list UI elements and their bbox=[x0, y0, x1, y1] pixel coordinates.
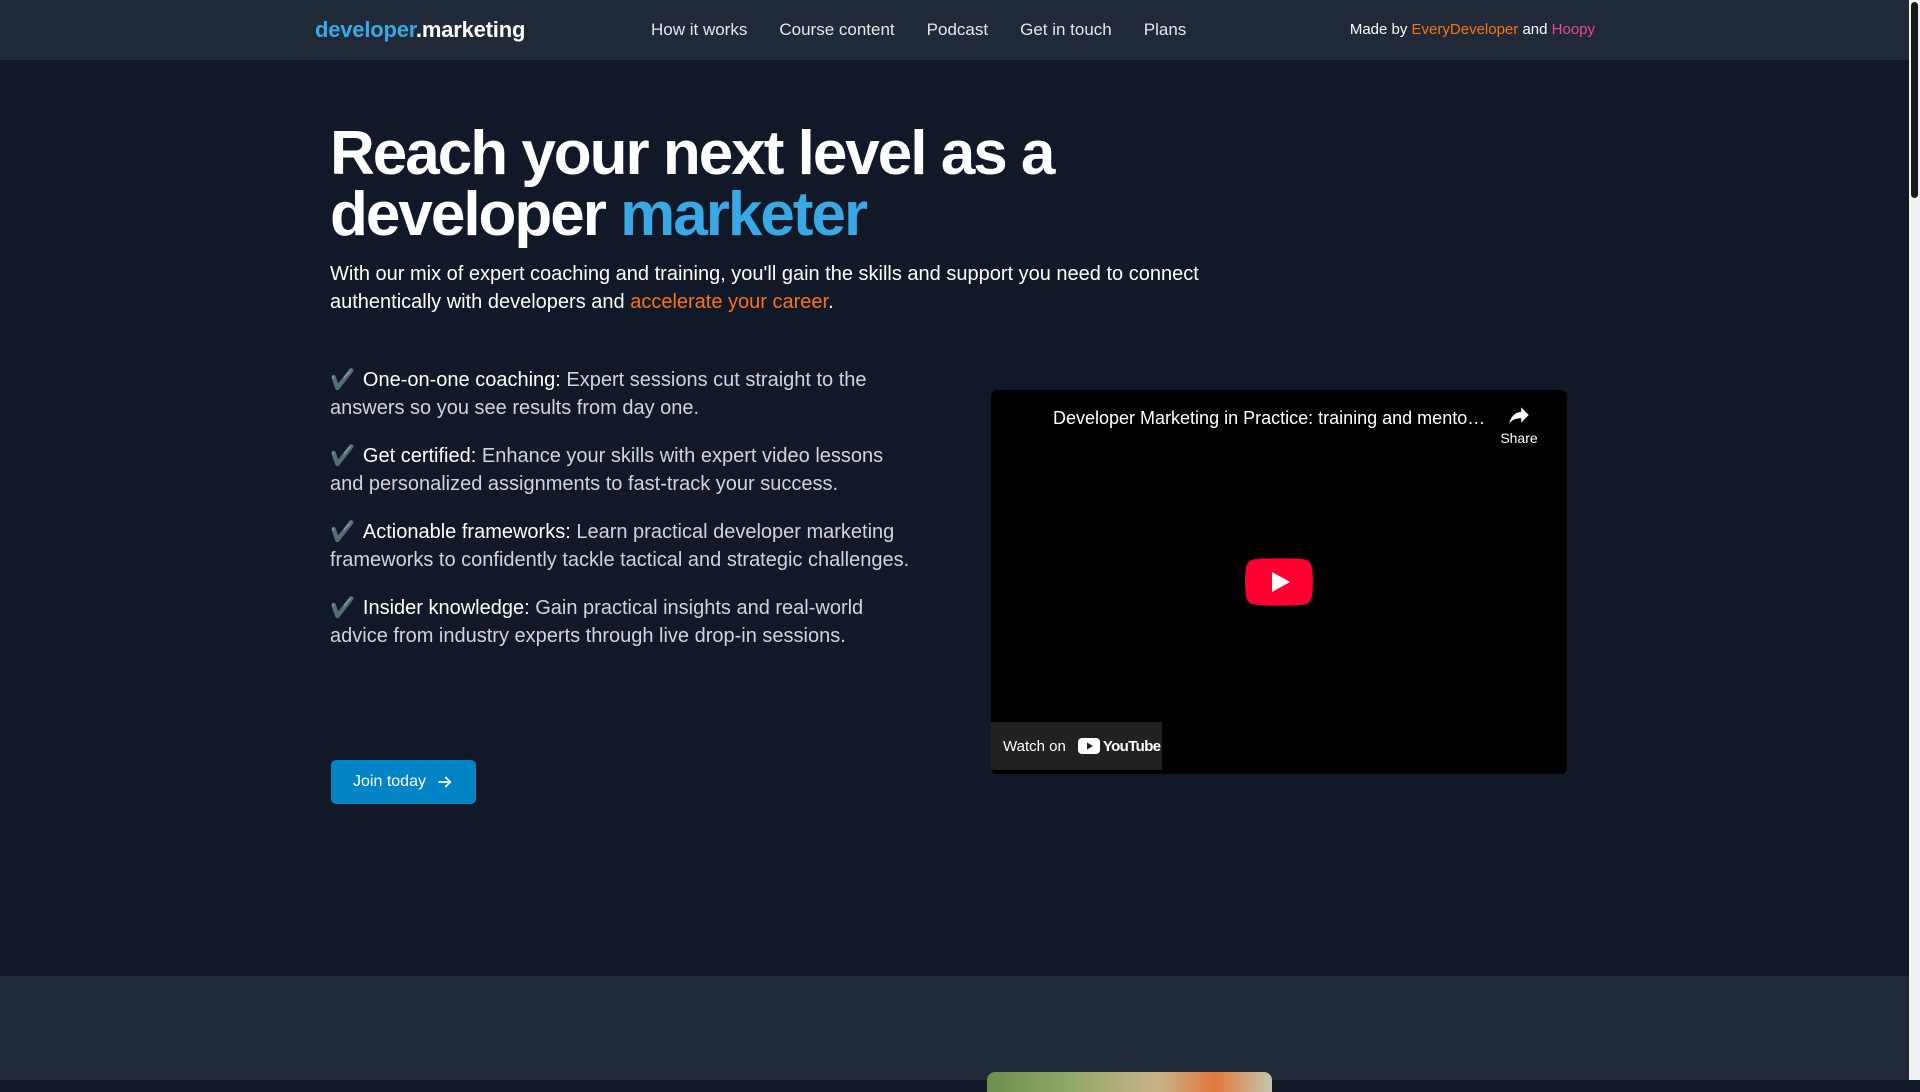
play-button-icon[interactable] bbox=[1245, 558, 1313, 606]
headline-line1: Reach your next level as a bbox=[330, 119, 1055, 188]
nav-link-how-it-works[interactable]: How it works bbox=[651, 20, 747, 40]
main-menu: How it works Course content Podcast Get … bbox=[651, 20, 1186, 40]
benefit-item: ✔️ Actionable frameworks: Learn practical… bbox=[330, 518, 915, 574]
checkmark-icon: ✔️ bbox=[330, 521, 355, 543]
headline-developer: developer bbox=[330, 180, 607, 249]
join-today-label: Join today bbox=[353, 773, 426, 790]
scrollbar-thumb[interactable] bbox=[1911, 2, 1918, 198]
hoopy-link[interactable]: Hoopy bbox=[1552, 21, 1595, 38]
logo-part-developer: developer bbox=[315, 17, 416, 42]
page-scrollbar[interactable] bbox=[1909, 0, 1920, 1080]
nav-link-get-in-touch[interactable]: Get in touch bbox=[1020, 20, 1112, 40]
share-icon bbox=[1509, 407, 1529, 424]
made-by-credit: Made by EveryDeveloper and Hoopy bbox=[1350, 21, 1595, 38]
made-by-and: and bbox=[1522, 21, 1548, 38]
share-button[interactable]: Share bbox=[1499, 402, 1539, 446]
top-navbar: developer.marketing How it works Course … bbox=[0, 0, 1909, 60]
benefit-list: ✔️ One-on-one coaching: Expert sessions c… bbox=[330, 366, 915, 670]
youtube-logo: YouTube bbox=[1077, 737, 1161, 755]
benefit-title: Actionable frameworks: bbox=[362, 521, 571, 543]
video-title[interactable]: Developer Marketing in Practice: trainin… bbox=[1053, 408, 1488, 429]
benefit-item: ✔️ Get certified: Enhance your skills wit… bbox=[330, 442, 915, 498]
benefit-title: One-on-one coaching: bbox=[362, 369, 561, 391]
benefit-title: Insider knowledge: bbox=[362, 597, 530, 619]
share-label: Share bbox=[1500, 430, 1538, 446]
nav-link-podcast[interactable]: Podcast bbox=[927, 20, 988, 40]
checkmark-icon: ✔️ bbox=[330, 369, 355, 391]
hero-section: Reach your next level as a developer mar… bbox=[0, 60, 1909, 976]
section-photo bbox=[987, 1072, 1272, 1092]
headline-highlight: marketer bbox=[620, 180, 868, 249]
benefit-title: Get certified: bbox=[362, 445, 477, 467]
next-section bbox=[0, 976, 1909, 1092]
arrow-right-icon bbox=[438, 776, 452, 788]
benefit-item: ✔️ Insider knowledge: Gain practical insi… bbox=[330, 594, 915, 650]
nav-link-course-content[interactable]: Course content bbox=[779, 20, 894, 40]
made-by-prefix: Made by bbox=[1349, 21, 1408, 38]
youtube-wordmark: YouTube bbox=[1102, 737, 1161, 755]
hero-headline: Reach your next level as a developer mar… bbox=[330, 123, 1230, 246]
nav-link-plans[interactable]: Plans bbox=[1144, 20, 1187, 40]
everydeveloper-link[interactable]: EveryDeveloper bbox=[1412, 21, 1519, 38]
subhead-accent: accelerate your career bbox=[630, 291, 829, 313]
subhead-end: . bbox=[828, 291, 834, 313]
checkmark-icon: ✔️ bbox=[330, 445, 355, 467]
youtube-play-icon bbox=[1077, 738, 1100, 754]
checkmark-icon: ✔️ bbox=[330, 597, 355, 619]
watch-on-label: Watch on bbox=[1003, 737, 1066, 755]
site-logo[interactable]: developer.marketing bbox=[315, 17, 525, 43]
watch-on-youtube-button[interactable]: Watch on YouTube bbox=[991, 722, 1162, 770]
hero-subheading: With our mix of expert coaching and trai… bbox=[330, 260, 1210, 316]
logo-part-marketing: .marketing bbox=[415, 17, 526, 42]
benefit-item: ✔️ One-on-one coaching: Expert sessions c… bbox=[330, 366, 915, 422]
youtube-video-embed[interactable]: Developer Marketing in Practice: trainin… bbox=[991, 390, 1567, 774]
join-today-button[interactable]: Join today bbox=[331, 760, 476, 804]
